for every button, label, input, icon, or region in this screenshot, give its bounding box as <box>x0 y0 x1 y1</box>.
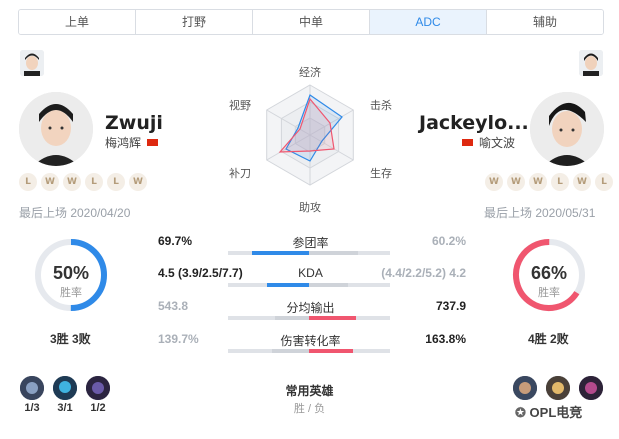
stat-label: 参团率 <box>292 236 329 250</box>
stat-bar <box>228 349 390 353</box>
left-player-thumbnail[interactable] <box>20 50 44 76</box>
right-record: 4胜 2败 <box>528 332 569 346</box>
left-last-played: 最后上场 2020/04/20 <box>19 206 131 220</box>
stat-bar <box>228 283 390 287</box>
form-result: W <box>507 173 525 191</box>
tab-jungle[interactable]: 打野 <box>136 10 253 34</box>
stat-bar <box>228 251 390 255</box>
stat-bar <box>228 316 390 320</box>
stat-row-damage-conversion: 139.7% 伤害转化率 163.8% <box>155 332 466 353</box>
tab-adc[interactable]: ADC <box>370 10 487 34</box>
stat-label: 伤害转化率 <box>280 334 341 348</box>
stat-label: 分均输出 <box>286 301 335 315</box>
stat-right-value: 60.2% <box>431 234 466 248</box>
right-win-rate: 66% <box>530 263 568 283</box>
stat-bar-left-fill <box>266 283 309 287</box>
stat-right-value: 163.8% <box>425 332 466 346</box>
form-result: L <box>85 173 103 191</box>
right-win-rate-label: 胜率 <box>538 287 560 299</box>
common-heroes-title: 常用英雄 <box>285 384 334 398</box>
left-player-name: Zwuji <box>105 112 163 134</box>
left-record: 3胜 3败 <box>50 332 91 346</box>
radar-label-cs: 补刀 <box>229 168 251 180</box>
form-result: W <box>63 173 81 191</box>
watermark: ✪ OPL电竞 <box>515 402 582 421</box>
stat-bar-right-fill <box>309 316 356 320</box>
right-last-played: 最后上场 2020/05/31 <box>484 206 596 220</box>
left-win-rate-label: 胜率 <box>60 287 82 299</box>
tab-support[interactable]: 辅助 <box>487 10 603 34</box>
stat-right-value: (4.4/2.2/5.2) 4.2 <box>381 266 466 280</box>
china-flag-icon <box>462 139 473 146</box>
watermark-text: OPL电竞 <box>529 405 583 420</box>
position-tabs: 上单 打野 中单 ADC 辅助 <box>18 9 604 35</box>
radar-label-assists: 助攻 <box>299 202 321 214</box>
form-result: W <box>529 173 547 191</box>
stat-row-dpm: 543.8 分均输出 737.9 <box>155 299 466 320</box>
right-recent-form: W W W L W L <box>485 173 613 191</box>
form-result: W <box>41 173 59 191</box>
tab-top[interactable]: 上单 <box>19 10 136 34</box>
left-player-real-name: 梅鸿辉 <box>105 136 142 150</box>
wechat-icon: ✪ <box>515 405 526 420</box>
left-player-real-name-row: 梅鸿辉 <box>105 134 159 151</box>
china-flag-icon <box>147 139 159 146</box>
right-player-thumbnail[interactable] <box>579 50 603 76</box>
left-win-rate-text: 50% 胜率 <box>32 263 110 300</box>
stat-bar-right-fill <box>309 349 353 353</box>
stat-bar-right-fill <box>309 251 358 255</box>
stat-row-kda: 4.5 (3.9/2.5/7.7) KDA (4.4/2.2/5.2) 4.2 <box>155 266 466 287</box>
stat-bar-left-fill <box>252 251 309 255</box>
right-player-real-name-row: 喻文波 <box>462 134 515 151</box>
right-player-avatar[interactable] <box>530 92 604 166</box>
radar-chart <box>266 84 354 186</box>
right-win-rate-text: 66% 胜率 <box>510 263 588 300</box>
form-result: L <box>107 173 125 191</box>
right-player-real-name: 喻文波 <box>479 136 516 150</box>
tab-mid[interactable]: 中单 <box>253 10 370 34</box>
form-result: L <box>551 173 569 191</box>
stat-row-participation: 69.7% 参团率 60.2% <box>155 234 466 255</box>
stat-bar-left-fill <box>271 349 309 353</box>
left-recent-form: L W W L L W <box>19 173 147 191</box>
stat-bar-right-fill <box>309 283 348 287</box>
left-player-avatar[interactable] <box>19 92 93 166</box>
form-result: W <box>485 173 503 191</box>
stat-bar-left-fill <box>274 316 309 320</box>
form-result: L <box>19 173 37 191</box>
radar-label-kills: 击杀 <box>370 100 392 112</box>
stat-right-value: 737.9 <box>435 299 466 313</box>
left-win-rate: 50% <box>52 263 90 283</box>
radar-label-survival: 生存 <box>370 168 392 180</box>
radar-label-vision: 视野 <box>229 100 251 112</box>
right-player-name: Jackeylo... <box>419 112 529 134</box>
form-result: L <box>595 173 613 191</box>
radar-label-economy: 经济 <box>299 67 321 79</box>
form-result: W <box>573 173 591 191</box>
form-result: W <box>129 173 147 191</box>
